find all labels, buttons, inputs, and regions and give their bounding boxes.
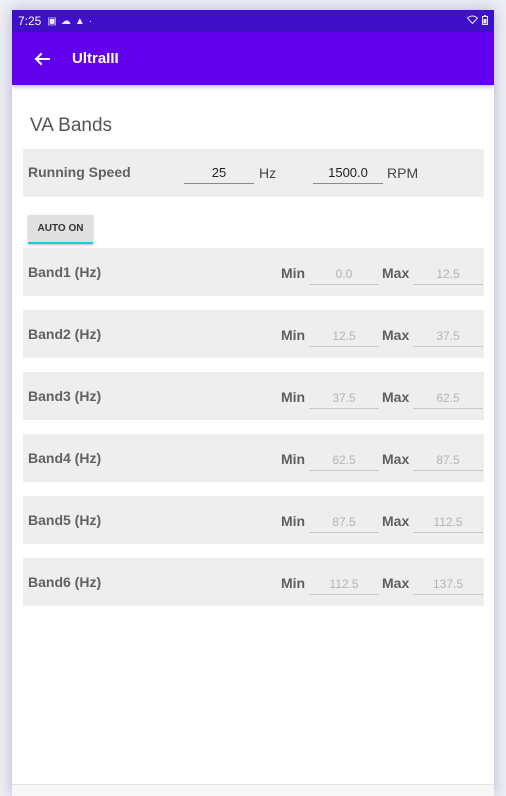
arrow-left-icon: [34, 52, 50, 65]
band-row: Band1 (Hz) Min 0.0 Max 12.5: [23, 248, 484, 296]
running-speed-label: Running Speed: [28, 164, 131, 180]
device-screen: 7:25 ▣ ☁ ▲ · UltraIII VA Bands Running S…: [12, 10, 494, 796]
band-max-label: Max: [382, 389, 410, 405]
back-button[interactable]: [20, 37, 64, 81]
band-max-input[interactable]: 112.5: [413, 511, 483, 533]
band-max-input[interactable]: 37.5: [413, 325, 483, 347]
band-max-label: Max: [382, 327, 410, 343]
band-max-input[interactable]: 137.5: [413, 573, 483, 595]
system-icons: [466, 14, 488, 28]
notification-warning-icon: ▲: [74, 15, 85, 27]
band-max-input[interactable]: 12.5: [413, 263, 483, 285]
band-label: Band1 (Hz): [28, 264, 102, 280]
bottom-navigation-bar: [12, 784, 494, 796]
band-row: Band5 (Hz) Min 87.5 Max 112.5: [23, 496, 484, 544]
band-max-input[interactable]: 62.5: [413, 387, 483, 409]
notification-app-icon: ▣: [47, 15, 57, 27]
band-min-input[interactable]: 37.5: [309, 387, 379, 409]
band-max-label: Max: [382, 513, 410, 529]
band-max-label: Max: [382, 575, 410, 591]
band-max-label: Max: [382, 451, 410, 467]
app-bar: UltraIII: [12, 32, 494, 85]
running-speed-rpm-unit: RPM: [387, 165, 419, 181]
notification-icons: ▣ ☁ ▲ ·: [47, 16, 92, 27]
battery-icon: [482, 14, 488, 28]
band-max-label: Max: [382, 265, 410, 281]
band-row: Band2 (Hz) Min 12.5 Max 37.5: [23, 310, 484, 358]
section-title: VA Bands: [30, 115, 113, 136]
status-bar: 7:25 ▣ ☁ ▲ ·: [12, 10, 494, 32]
band-row: Band4 (Hz) Min 62.5 Max 87.5: [23, 434, 484, 482]
running-speed-hz-unit: Hz: [259, 165, 277, 181]
band-min-input[interactable]: 87.5: [309, 511, 379, 533]
band-label: Band3 (Hz): [28, 388, 102, 404]
status-time: 7:25: [18, 14, 42, 28]
band-min-label: Min: [281, 513, 306, 529]
band-min-input[interactable]: 12.5: [309, 325, 379, 347]
band-min-label: Min: [281, 451, 306, 467]
band-min-label: Min: [281, 389, 306, 405]
band-label: Band5 (Hz): [28, 512, 102, 528]
running-speed-row: Running Speed 25 Hz 1500.0 RPM: [23, 149, 484, 197]
band-min-label: Min: [281, 327, 306, 343]
auto-on-button[interactable]: AUTO ON: [28, 215, 93, 244]
band-min-label: Min: [281, 265, 306, 281]
band-min-input[interactable]: 0.0: [309, 263, 379, 285]
band-row: Band3 (Hz) Min 37.5 Max 62.5: [23, 372, 484, 420]
band-label: Band4 (Hz): [28, 450, 102, 466]
band-label: Band6 (Hz): [28, 574, 102, 590]
band-label: Band2 (Hz): [28, 326, 102, 342]
notification-dot-icon: ·: [88, 15, 93, 27]
running-speed-hz-input[interactable]: 25: [184, 162, 254, 184]
band-row: Band6 (Hz) Min 112.5 Max 137.5: [23, 558, 484, 606]
band-min-label: Min: [281, 575, 306, 591]
page-title: UltraIII: [72, 50, 119, 67]
notification-cloud-icon: ☁: [60, 15, 71, 27]
band-min-input[interactable]: 62.5: [309, 449, 379, 471]
band-min-input[interactable]: 112.5: [309, 573, 379, 595]
band-max-input[interactable]: 87.5: [413, 449, 483, 471]
wifi-icon: [466, 15, 479, 27]
running-speed-rpm-input[interactable]: 1500.0: [313, 162, 383, 184]
